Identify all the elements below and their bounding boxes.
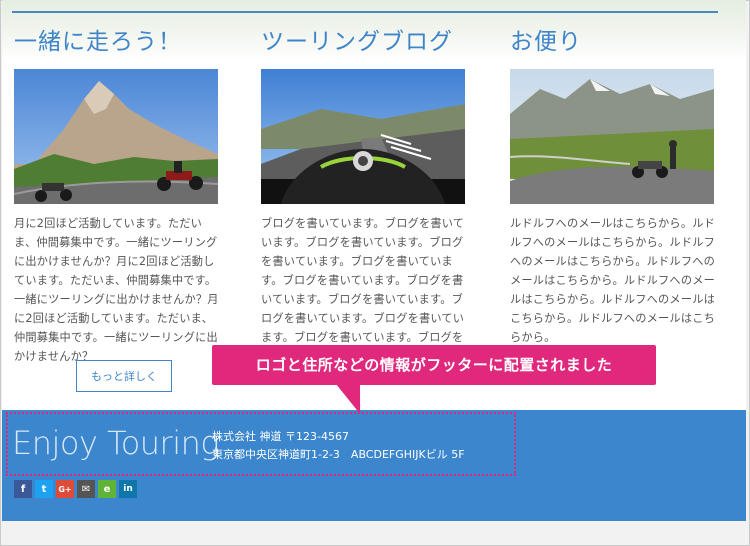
facebook-icon[interactable]: f [14, 480, 32, 498]
column-text: ルドルフへのメールはこちらから。ルドルフへのメールはこちらから。ルドルフへのメー… [510, 217, 715, 344]
callout-banner: ロゴと住所などの情報がフッターに配置されました [212, 345, 656, 385]
evernote-icon[interactable]: e [98, 480, 116, 498]
photo-mountain-riders [14, 69, 218, 204]
column-mail: お便り ルドルフへのメールはこちらから。ルドルフへのメールはこちらから。ルドルフ… [510, 22, 720, 347]
highlight-box [6, 412, 516, 476]
column-join: 一緒に走ろう！ 月に2回ほど活動しています。ただいま、仲間募集中です。一緒にツー… [14, 22, 224, 366]
photo-handlebar-view [261, 69, 465, 204]
column-title: 一緒に走ろう！ [14, 29, 182, 55]
linkedin-icon[interactable]: in [119, 480, 137, 498]
social-links: f t G+ ✉ e in [14, 480, 137, 498]
photo-mountain-road [510, 69, 714, 204]
page: 一緒に走ろう！ 月に2回ほど活動しています。ただいま、仲間募集中です。一緒にツー… [2, 0, 746, 521]
column-text: ブログを書いています。ブログを書いています。ブログを書いています。ブログを書いて… [261, 217, 465, 363]
column-title: ツーリングブログ [261, 29, 453, 55]
column-blog: ツーリングブログ ブログを書いています。ブログを書いています。ブログを書いていま… [261, 22, 471, 366]
column-text: 月に2回ほど活動しています。ただいま、仲間募集中です。一緒にツーリングに出かけま… [14, 217, 219, 363]
column-title: お便り [510, 29, 582, 55]
header-divider [12, 11, 718, 13]
more-details-button[interactable]: もっと詳しく [76, 360, 172, 392]
mail-icon[interactable]: ✉ [77, 480, 95, 498]
googleplus-icon[interactable]: G+ [56, 480, 74, 498]
twitter-icon[interactable]: t [35, 480, 53, 498]
